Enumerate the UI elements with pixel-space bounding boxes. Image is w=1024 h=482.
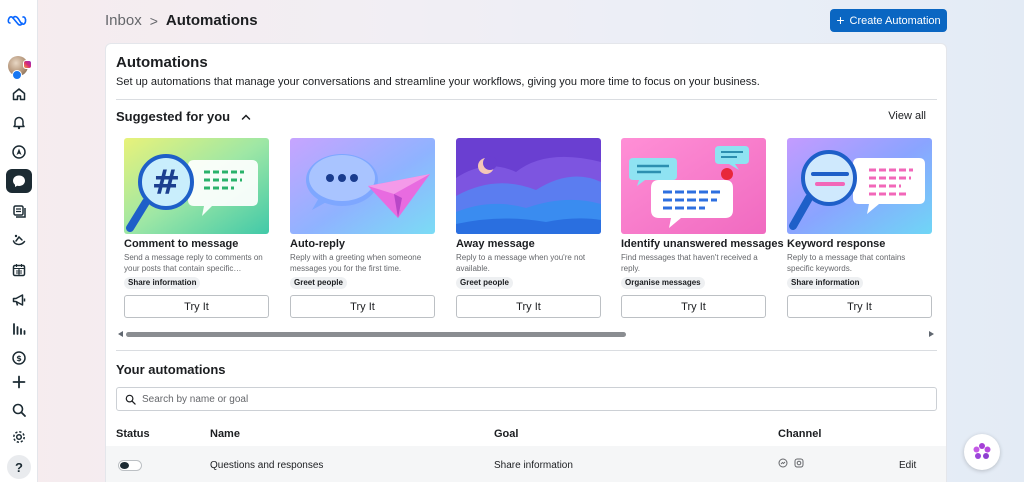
suggested-carousel: # Comment to message Send a message repl…: [124, 138, 934, 318]
left-navigation: $ ?: [0, 0, 38, 482]
edit-button[interactable]: Edit: [899, 460, 916, 471]
identify-unanswered-illustration: [621, 138, 766, 234]
search-icon: [125, 394, 136, 405]
divider: [116, 350, 937, 351]
carousel-scrollbar[interactable]: [126, 332, 626, 337]
automation-goal: Share information: [494, 460, 573, 471]
home-icon[interactable]: [6, 82, 32, 106]
help-icon[interactable]: ?: [7, 455, 31, 479]
svg-text:$: $: [16, 354, 22, 363]
ai-assistant-icon[interactable]: [964, 434, 1000, 470]
automation-search-box[interactable]: [116, 387, 937, 411]
try-it-button[interactable]: Try It: [456, 295, 601, 318]
away-message-illustration: [456, 138, 601, 234]
automation-name: Questions and responses: [210, 460, 324, 471]
keyword-response-illustration: [787, 138, 932, 234]
account-avatar[interactable]: [8, 56, 32, 80]
suggestion-card-away-message: Away message Reply to a message when you…: [456, 138, 601, 318]
page-subtitle: Set up automations that manage your conv…: [116, 76, 760, 88]
instagram-icon: [794, 458, 804, 468]
card-description: Reply to a message when you're not avail…: [456, 253, 586, 273]
compass-icon[interactable]: [6, 140, 32, 164]
channel-icons: [778, 458, 804, 468]
search-icon[interactable]: [6, 398, 32, 422]
your-automations-title: Your automations: [116, 362, 226, 377]
card-goal-tag: Greet people: [290, 277, 347, 289]
breadcrumb: Inbox > Automations: [105, 12, 258, 29]
page-title: Automations: [116, 54, 208, 71]
column-header-name: Name: [210, 428, 240, 440]
table-row[interactable]: Questions and responses Share informatio…: [106, 446, 946, 482]
suggestion-card-comment-to-message: # Comment to message Send a message repl…: [124, 138, 269, 318]
chevron-up-icon[interactable]: [240, 111, 252, 123]
suggestion-card-auto-reply: Auto-reply Reply with a greeting when so…: [290, 138, 435, 318]
card-description: Send a message reply to comments on your…: [124, 253, 263, 273]
add-icon[interactable]: [6, 370, 32, 394]
content-icon[interactable]: [6, 199, 32, 223]
inbox-icon[interactable]: [6, 169, 32, 193]
search-input[interactable]: [142, 393, 902, 405]
card-title: Keyword response: [787, 238, 886, 250]
plus-icon: +: [836, 12, 845, 28]
breadcrumb-separator-icon: >: [149, 12, 158, 29]
card-title: Identify unanswered messages: [621, 238, 784, 250]
status-toggle[interactable]: [118, 460, 142, 471]
facebook-badge-icon: [12, 70, 22, 80]
column-header-channel: Channel: [778, 428, 822, 440]
settings-icon[interactable]: [6, 425, 32, 449]
card-title: Comment to message: [124, 238, 239, 250]
card-description: Reply to a message that contains specifi…: [787, 253, 906, 273]
card-goal-tag: Organise messages: [621, 277, 705, 289]
automations-panel: Automations Set up automations that mana…: [105, 43, 947, 482]
messenger-icon: [778, 458, 788, 468]
suggested-section-header[interactable]: Suggested for you: [116, 109, 252, 124]
card-description: Find messages that haven't received a re…: [621, 253, 758, 273]
ads-icon[interactable]: [6, 288, 32, 312]
view-all-link[interactable]: View all: [888, 110, 926, 122]
column-header-status: Status: [116, 428, 150, 440]
auto-reply-illustration: [290, 138, 435, 234]
card-goal-tag: Greet people: [456, 277, 513, 289]
meta-logo[interactable]: [7, 12, 31, 28]
suggestion-card-identify-unanswered: Identify unanswered messages Find messag…: [621, 138, 784, 318]
scroll-right-arrow-icon[interactable]: [929, 331, 934, 337]
breadcrumb-inbox[interactable]: Inbox: [105, 12, 142, 29]
create-automation-label: Create Automation: [849, 14, 941, 27]
toggle-knob: [120, 462, 129, 469]
instagram-badge-icon: [23, 60, 32, 69]
column-header-goal: Goal: [494, 428, 519, 440]
insights-icon[interactable]: [6, 317, 32, 341]
divider: [116, 99, 937, 100]
svg-text:#: #: [152, 163, 181, 203]
create-automation-button[interactable]: + Create Automation: [830, 9, 947, 32]
calendar-icon[interactable]: [6, 258, 32, 282]
comment-to-message-illustration: #: [124, 138, 269, 234]
scroll-left-arrow-icon[interactable]: [118, 331, 123, 337]
card-title: Auto-reply: [290, 238, 345, 250]
card-description: Reply with a greeting when someone messa…: [290, 253, 422, 273]
try-it-button[interactable]: Try It: [124, 295, 269, 318]
try-it-button[interactable]: Try It: [787, 295, 932, 318]
suggested-title: Suggested for you: [116, 109, 231, 124]
card-goal-tag: Share information: [124, 277, 201, 289]
breadcrumb-current: Automations: [165, 12, 258, 29]
try-it-button[interactable]: Try It: [290, 295, 435, 318]
engagement-icon[interactable]: [6, 228, 32, 252]
notifications-icon[interactable]: [6, 110, 32, 134]
card-title: Away message: [456, 238, 535, 250]
monetization-icon[interactable]: $: [6, 346, 32, 370]
try-it-button[interactable]: Try It: [621, 295, 766, 318]
card-goal-tag: Share information: [787, 277, 864, 289]
suggestion-card-keyword-response: Keyword response Reply to a message that…: [787, 138, 932, 318]
